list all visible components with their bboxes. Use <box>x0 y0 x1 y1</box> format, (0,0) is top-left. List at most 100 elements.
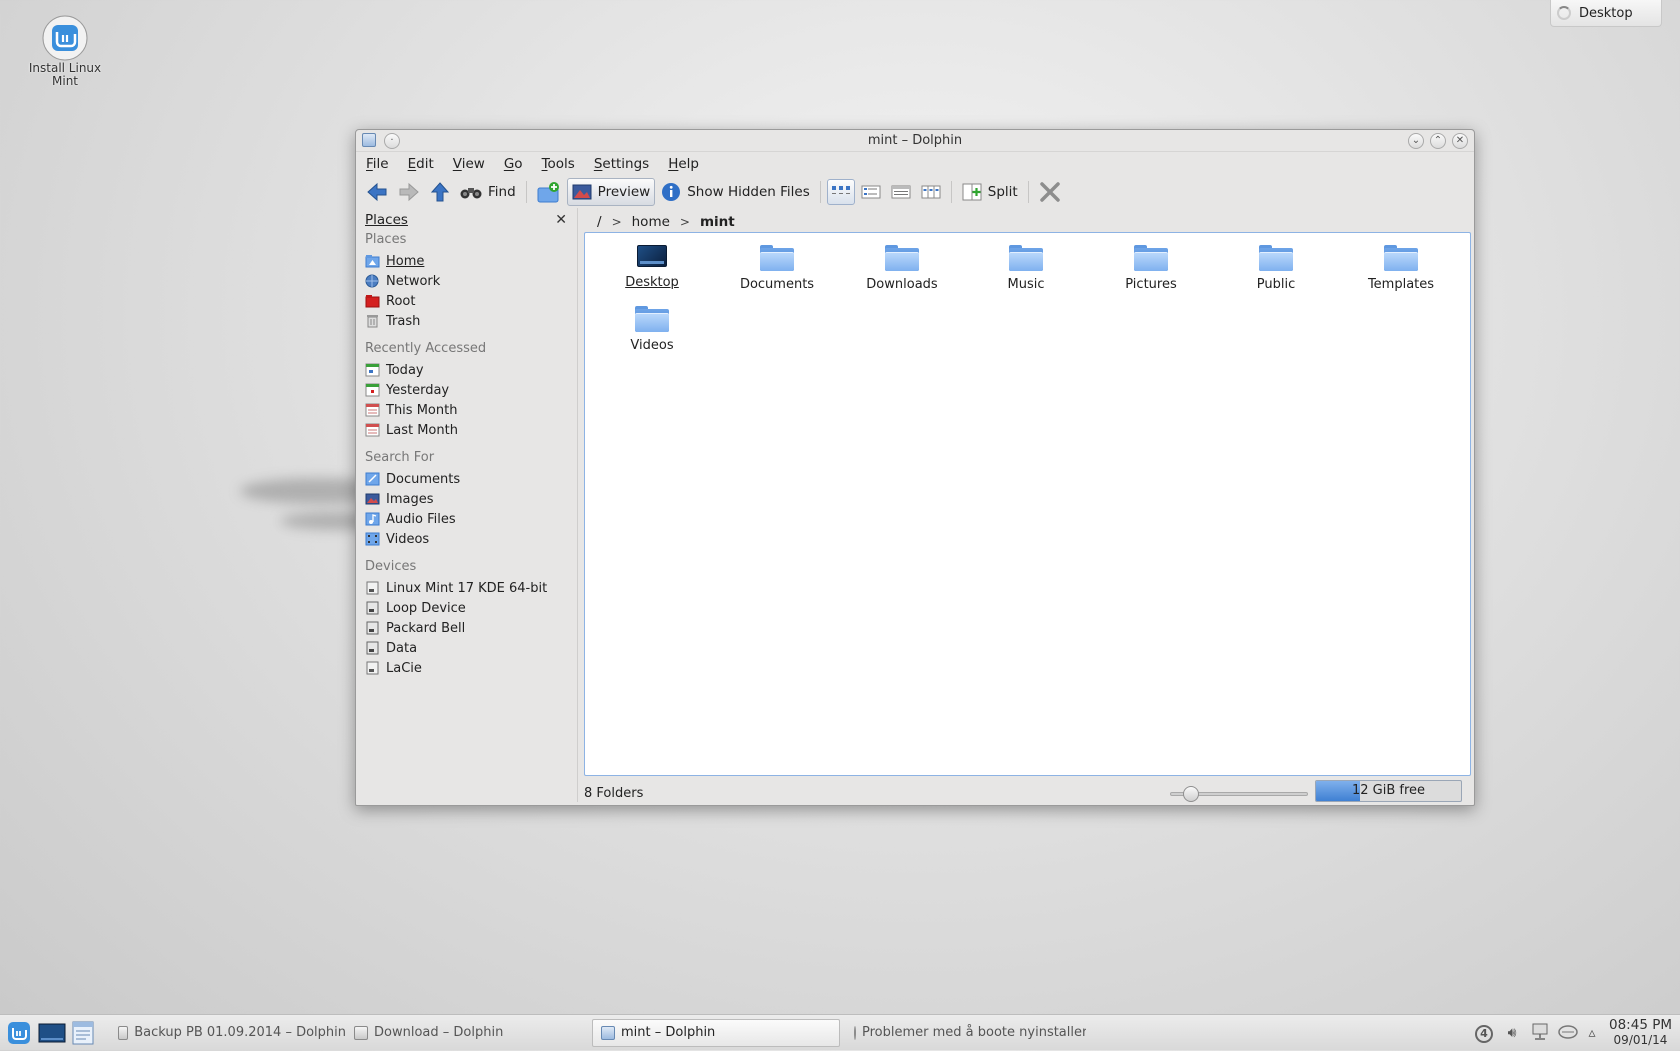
places-item-search-images[interactable]: Images <box>356 489 577 509</box>
icons-view-button[interactable] <box>826 179 855 205</box>
columns-view-button[interactable] <box>917 179 945 205</box>
task-download-dolphin[interactable]: Download – Dolphin <box>346 1019 592 1047</box>
file-item-public[interactable]: Public <box>1221 245 1331 292</box>
file-item-templates[interactable]: Templates <box>1346 245 1456 292</box>
close-button[interactable]: ✕ <box>1452 133 1468 149</box>
arrow-left-icon <box>367 182 387 202</box>
zoom-slider[interactable] <box>1170 786 1308 802</box>
chevron-right-icon[interactable]: > <box>612 215 622 229</box>
compact-view-button[interactable] <box>857 179 885 205</box>
places-item-label: Today <box>386 362 424 378</box>
dolphin-task-icon <box>601 1025 615 1040</box>
section-heading-places: Places <box>365 232 407 247</box>
file-item-label: Videos <box>630 338 674 353</box>
file-item-videos[interactable]: Videos <box>597 306 707 353</box>
places-item-search-videos[interactable]: Videos <box>356 529 577 549</box>
drive-icon <box>365 661 380 675</box>
places-item-device-linux-mint[interactable]: Linux Mint 17 KDE 64-bit <box>356 578 577 598</box>
places-item-last-month[interactable]: Last Month <box>356 420 577 440</box>
install-linux-mint-desktop-icon[interactable]: Install Linux Mint <box>22 14 108 88</box>
places-item-search-audio[interactable]: Audio Files <box>356 509 577 529</box>
free-space-indicator[interactable]: 12 GiB free <box>1315 780 1462 802</box>
forward-button[interactable] <box>394 178 424 206</box>
details-view-button[interactable] <box>887 179 915 205</box>
file-item-downloads[interactable]: Downloads <box>847 245 957 292</box>
chevron-right-icon[interactable]: > <box>680 215 690 229</box>
places-item-search-documents[interactable]: Documents <box>356 469 577 489</box>
places-item-device-packard-bell[interactable]: Packard Bell <box>356 618 577 638</box>
notification-count: 4 <box>1475 1025 1493 1043</box>
desktop-pager[interactable]: Desktop <box>1550 0 1662 27</box>
drive-icon <box>365 641 380 655</box>
places-item-label: Data <box>386 640 418 656</box>
zoom-slider-handle[interactable] <box>1183 786 1200 802</box>
document-icon <box>365 472 380 486</box>
back-button[interactable] <box>362 178 392 206</box>
task-firefox-forum[interactable]: Problemer med å boote nyinstallert <box>846 1019 1086 1047</box>
pager-label: Desktop <box>1579 5 1633 21</box>
find-button[interactable]: Find <box>456 178 520 206</box>
calendar-icon <box>365 363 380 377</box>
places-item-device-loop[interactable]: Loop Device <box>356 598 577 618</box>
split-button[interactable]: Split <box>958 178 1022 206</box>
toolbar-separator <box>950 181 952 203</box>
places-item-home[interactable]: Home <box>356 251 577 271</box>
dolphin-launcher-button[interactable] <box>70 1020 96 1046</box>
task-mint-dolphin[interactable]: mint – Dolphin <box>592 1018 840 1047</box>
show-hidden-files-toggle[interactable]: Show Hidden Files <box>657 178 814 206</box>
network-manager-icon[interactable] <box>1529 1022 1551 1044</box>
file-view[interactable]: Desktop Documents Downloads Music Pictur… <box>584 232 1471 776</box>
menu-file[interactable]: File <box>366 156 389 172</box>
places-item-device-data[interactable]: Data <box>356 638 577 658</box>
status-bar: 8 Folders 12 GiB free <box>584 780 1468 804</box>
preview-toggle[interactable]: Preview <box>566 178 656 206</box>
chevron-up-icon[interactable]: ▵ <box>1585 1022 1599 1044</box>
places-item-label: Last Month <box>386 422 458 438</box>
window-menu-icon[interactable] <box>362 133 376 147</box>
places-item-label: Images <box>386 491 434 507</box>
places-item-trash[interactable]: Trash <box>356 311 577 331</box>
up-button[interactable] <box>426 178 454 206</box>
menu-go[interactable]: Go <box>504 156 523 172</box>
volume-icon[interactable]: 🔊︎ <box>1501 1022 1523 1044</box>
updates-icon[interactable] <box>1557 1022 1579 1044</box>
file-item-desktop[interactable]: Desktop <box>597 245 707 290</box>
breadcrumb-home[interactable]: home <box>632 214 670 230</box>
places-item-device-lacie[interactable]: LaCie <box>356 658 577 678</box>
menu-help[interactable]: Help <box>668 156 699 172</box>
show-desktop-button[interactable] <box>38 1020 66 1046</box>
window-titlebar[interactable]: · mint – Dolphin ⌄ ⌃ ✕ <box>356 130 1474 152</box>
menu-settings[interactable]: Settings <box>594 156 649 172</box>
menu-bar: File Edit View Go Tools Settings Help <box>356 152 1474 176</box>
places-item-today[interactable]: Today <box>356 360 577 380</box>
binoculars-icon <box>460 188 482 199</box>
minimize-button[interactable]: ⌄ <box>1408 133 1424 149</box>
linux-mint-logo-icon <box>8 1021 30 1044</box>
file-item-label: Public <box>1256 277 1296 292</box>
stop-button[interactable] <box>1035 178 1065 206</box>
file-item-music[interactable]: Music <box>971 245 1081 292</box>
notification-count-icon[interactable]: 4 <box>1473 1022 1495 1044</box>
file-item-label: Documents <box>739 277 815 292</box>
breadcrumb-current[interactable]: mint <box>700 214 735 230</box>
file-item-label: Templates <box>1367 277 1435 292</box>
places-item-yesterday[interactable]: Yesterday <box>356 380 577 400</box>
clock[interactable]: 08:45 PM 09/01/14 <box>1609 1018 1672 1048</box>
file-item-pictures[interactable]: Pictures <box>1096 245 1206 292</box>
places-item-label: This Month <box>386 402 458 418</box>
new-folder-button[interactable] <box>533 178 565 206</box>
menu-edit[interactable]: Edit <box>408 156 434 172</box>
on-all-desktops-button[interactable]: · <box>384 133 400 149</box>
close-panel-icon[interactable]: ✕ <box>555 212 567 230</box>
places-item-network[interactable]: Network <box>356 271 577 291</box>
places-item-this-month[interactable]: This Month <box>356 400 577 420</box>
menu-tools[interactable]: Tools <box>542 156 575 172</box>
maximize-button[interactable]: ⌃ <box>1430 133 1446 149</box>
task-backup-dolphin[interactable]: Backup PB 01.09.2014 – Dolphin <box>110 1019 346 1047</box>
breadcrumb-root[interactable]: / <box>597 214 602 230</box>
application-menu-button[interactable] <box>6 1020 32 1046</box>
places-item-root[interactable]: Root <box>356 291 577 311</box>
menu-view[interactable]: View <box>453 156 485 172</box>
places-item-label: Root <box>386 293 416 309</box>
file-item-documents[interactable]: Documents <box>722 245 832 292</box>
